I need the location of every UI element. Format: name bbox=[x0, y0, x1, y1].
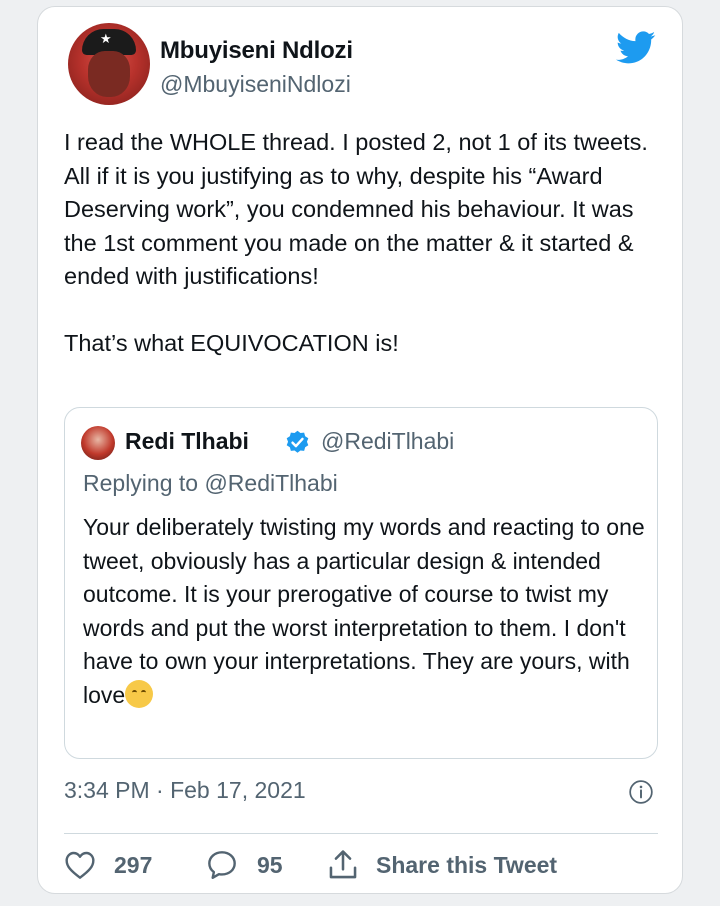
star-icon: ★ bbox=[100, 31, 112, 46]
quoted-author-avatar[interactable] bbox=[81, 426, 115, 460]
author-handle[interactable]: @MbuyiseniNdlozi bbox=[160, 71, 351, 98]
replying-to-label: Replying to @RediTlhabi bbox=[83, 470, 338, 496]
tweet-timestamp[interactable]: 3:34 PM · Feb 17, 2021 bbox=[64, 777, 306, 804]
tweet-card: ★ Mbuyiseni Ndlozi @MbuyiseniNdlozi I re… bbox=[37, 6, 683, 894]
like-button[interactable]: 297 bbox=[64, 845, 152, 885]
share-label: Share this Tweet bbox=[376, 851, 558, 878]
share-icon bbox=[329, 850, 357, 879]
quoted-tweet[interactable]: Redi Tlhabi @RediTlhabi Replying to @Red… bbox=[64, 407, 658, 759]
comment-icon bbox=[208, 851, 236, 879]
info-icon[interactable] bbox=[628, 779, 654, 805]
reply-button[interactable]: 95 bbox=[205, 845, 283, 885]
heart-icon bbox=[65, 851, 95, 879]
share-button[interactable]: Share this Tweet bbox=[326, 845, 557, 885]
author-name[interactable]: Mbuyiseni Ndlozi bbox=[160, 37, 353, 65]
quoted-author-handle: @RediTlhabi bbox=[321, 428, 455, 454]
quoted-tweet-text: Your deliberately twisting my words and … bbox=[83, 511, 651, 712]
twitter-bird-icon bbox=[616, 31, 656, 64]
reply-count: 95 bbox=[257, 851, 283, 878]
avatar-face bbox=[88, 51, 130, 97]
hugging-face-emoji bbox=[125, 679, 154, 708]
author-avatar[interactable]: ★ bbox=[68, 23, 150, 105]
divider bbox=[64, 833, 658, 834]
like-count: 297 bbox=[114, 851, 153, 878]
quoted-author-name: Redi Tlhabi bbox=[125, 428, 249, 454]
tweet-text: I read the WHOLE thread. I posted 2, not… bbox=[64, 129, 648, 356]
quoted-text-content: Your deliberately twisting my words and … bbox=[83, 514, 645, 708]
verified-badge-icon bbox=[286, 430, 309, 453]
